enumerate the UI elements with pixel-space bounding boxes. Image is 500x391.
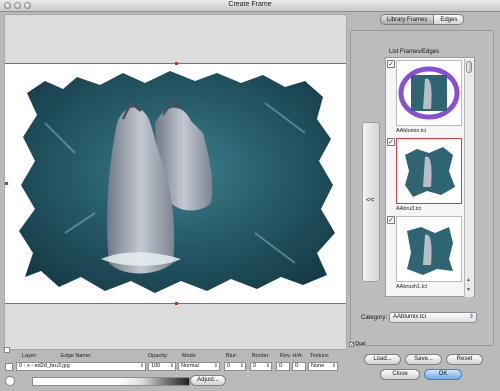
border-value: 0 [253, 363, 257, 369]
select-arrows-icon: ⇕ [139, 363, 144, 369]
frame-thumbnail-aablumix[interactable] [396, 60, 462, 126]
blur-value: 0 [227, 363, 231, 369]
close-button[interactable]: Close [380, 369, 420, 380]
rev-a-field[interactable]: 0 [292, 362, 306, 371]
save-button[interactable]: Save... [405, 354, 442, 365]
frame-checkbox-aabrush1[interactable]: ✓ [387, 216, 395, 224]
texture-gradient-strip[interactable] [32, 377, 190, 386]
list-frames-label: List Frames/Edges [389, 49, 440, 55]
brush-frame-preview-icon [405, 147, 455, 197]
rev-a-value: 0 [295, 363, 299, 369]
tab-edges[interactable]: Edges [434, 15, 464, 24]
border-field[interactable]: 0 ⇕ [250, 362, 272, 371]
mode-select[interactable]: Normal ⇕ [178, 362, 220, 371]
stepper-icon: ⇕ [239, 363, 244, 369]
frame-thumbnail-aabru3[interactable] [396, 138, 462, 204]
scroll-down-arrow-icon[interactable]: ▼ [466, 287, 471, 293]
collapse-label: << [366, 197, 375, 204]
preview-canvas[interactable] [4, 14, 347, 350]
layer-visible-checkbox[interactable] [5, 363, 13, 371]
frame-list-scrollbar[interactable]: ▲ ▼ [464, 59, 473, 297]
frame-thumbnail-list[interactable]: ✓ AAblumix.tci ✓ AAbru3.tci ✓ AAbrush1.t… [385, 57, 475, 297]
library-panel: List Frames/Edges << ✓ AAblumix.tci ✓ AA… [350, 30, 494, 346]
left-guide-handle[interactable] [5, 182, 8, 185]
category-label: Category: [361, 315, 388, 321]
layer-value: 0 - x - ed2d_bru3.jpg [19, 363, 70, 369]
frame-thumbnail-aabrush1[interactable] [396, 216, 462, 282]
frame-checkbox-aabru3[interactable]: ✓ [387, 138, 395, 146]
quality-label: Qual [355, 341, 366, 347]
select-arrows-icon: ⇕ [468, 314, 474, 320]
layer-controls-bar: Layer: Edge Name: Opacity: Mode Blur: Bo… [4, 347, 347, 389]
edge-name-label: Edge Name: [61, 353, 92, 359]
frame-label: AAblumix.tci [396, 128, 427, 134]
rev-h-field[interactable]: 0 [276, 362, 290, 371]
collapse-panel-button[interactable]: << [362, 122, 380, 282]
blur-label: Blur: [226, 353, 238, 359]
dolphin-photo-image [19, 71, 335, 293]
scroll-up-arrow-icon[interactable]: ▲ [466, 277, 471, 283]
bottom-center-handle[interactable] [175, 302, 178, 305]
texture-value: None [311, 363, 325, 369]
blur-field[interactable]: 0 ⇕ [224, 362, 246, 371]
mode-value: Normal [181, 363, 199, 369]
sidebar-tabs: Library Frames Edges [380, 14, 465, 25]
add-layer-icon[interactable] [4, 347, 10, 353]
library-sidebar: Library Frames Edges List Frames/Edges <… [348, 14, 496, 350]
border-label: Border: [252, 353, 271, 359]
select-arrows-icon: ⇕ [331, 363, 336, 369]
opacity-field[interactable]: 100 ⇕ [148, 362, 176, 371]
frame-label: AAbru3.tci [396, 206, 422, 212]
opacity-label: Opacity: [148, 353, 169, 359]
top-center-handle[interactable] [175, 62, 178, 65]
rev-ha-label: Rev. H/A: [280, 353, 304, 359]
frame-checkbox-aablumix[interactable]: ✓ [387, 60, 395, 68]
stepper-icon: ⇕ [169, 363, 174, 369]
brush-frame-preview-icon [407, 227, 453, 275]
layer-select[interactable]: 0 - x - ed2d_bru3.jpg ⇕ [16, 362, 146, 371]
tab-library-frames[interactable]: Library Frames [381, 15, 435, 24]
layer-label: Layer: [22, 353, 38, 359]
load-button[interactable]: Load... [364, 354, 401, 365]
stepper-icon: ⇕ [265, 363, 270, 369]
quality-toggle[interactable]: ✓ Qual [349, 341, 366, 347]
window-title: Create Frame [228, 1, 272, 8]
texture-label: Texture: [310, 353, 330, 359]
opacity-value: 100 [151, 363, 161, 369]
select-arrows-icon: ⇕ [213, 363, 218, 369]
texture-select[interactable]: None ⇕ [308, 362, 338, 371]
rev-h-value: 0 [279, 363, 283, 369]
framed-photo [5, 63, 346, 303]
category-select[interactable]: AAblumix.tci ⇕ [389, 312, 477, 323]
ok-button[interactable]: OK [424, 369, 462, 380]
quality-checkbox[interactable]: ✓ [349, 341, 354, 347]
adjust-button[interactable]: Adjust... [190, 375, 226, 386]
scrollbar-thumb[interactable] [466, 61, 472, 73]
purple-frame-preview-icon [398, 66, 460, 120]
category-value: AAblumix.tci [393, 314, 427, 320]
frame-label: AAbrush1.tci [396, 284, 428, 290]
mode-label: Mode [182, 353, 196, 359]
title-bar: Create Frame [0, 0, 500, 12]
reset-button[interactable]: Reset [446, 354, 483, 365]
color-picker-icon[interactable] [5, 376, 15, 386]
